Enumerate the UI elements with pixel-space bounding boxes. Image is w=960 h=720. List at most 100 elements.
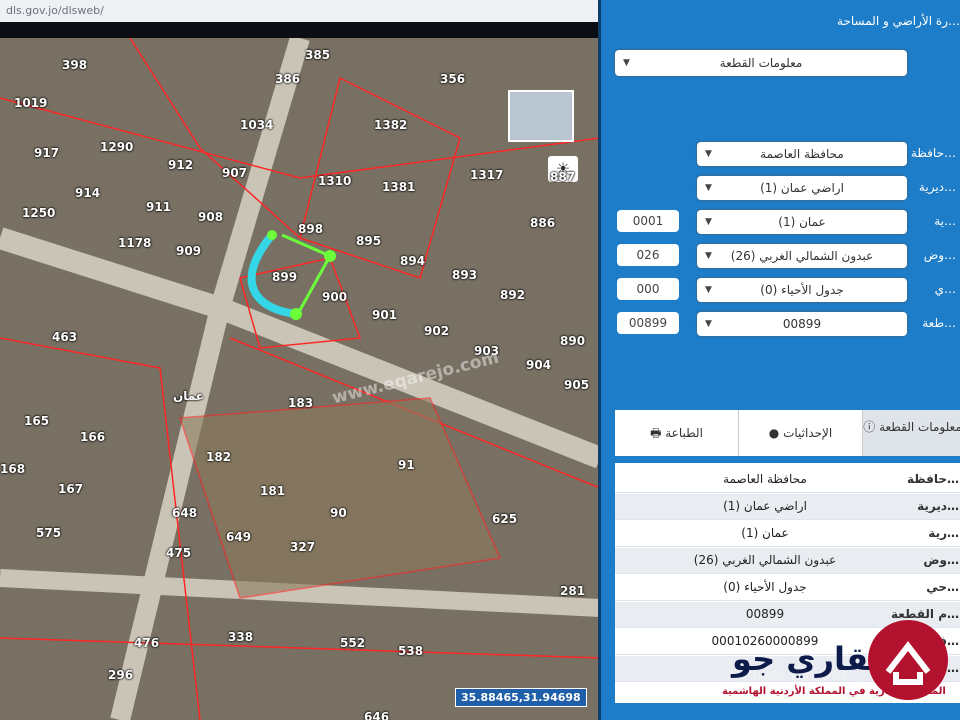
row-value: اراضي عمان (1) xyxy=(723,499,807,513)
parcel-label[interactable]: 898 xyxy=(298,222,323,236)
table-row: عبدون الشمالي الغربي (26) …وض xyxy=(615,548,960,574)
info-type-select[interactable]: ▼ معلومات القطعة xyxy=(615,50,907,76)
row-value: 00899 xyxy=(745,607,785,621)
parcel-label[interactable]: 648 xyxy=(172,506,197,520)
minimap[interactable] xyxy=(508,90,574,142)
printer-icon: 🖶 xyxy=(650,426,662,440)
parcel-label[interactable]: 902 xyxy=(424,324,449,338)
parcel-label[interactable]: 1310 xyxy=(318,174,351,188)
parcel-label[interactable]: 476 xyxy=(134,636,159,650)
table-row: اراضي عمان (1) …ديرية xyxy=(615,494,960,520)
parcel-label[interactable]: 901 xyxy=(372,308,397,322)
row-key: …حافظة xyxy=(907,472,959,486)
info-icon: ⓘ xyxy=(863,420,876,434)
parcel-label[interactable]: 1381 xyxy=(382,180,415,194)
parcel-label[interactable]: 1317 xyxy=(470,168,503,182)
satellite-map[interactable]: ☀ عمان 398 385 386 356 1019 1034 1382 917 1290 91… xyxy=(0,38,600,720)
parcel-label[interactable]: 895 xyxy=(356,234,381,248)
field-select[interactable]: ▼ عمان (1) xyxy=(697,210,907,234)
table-row: عمان (1) …رية xyxy=(615,521,960,547)
parcel-label[interactable]: 1382 xyxy=(374,118,407,132)
parcel-label[interactable]: 1290 xyxy=(100,140,133,154)
field-select[interactable]: ▼ اراضي عمان (1) xyxy=(697,176,907,200)
field-label: …حافظة xyxy=(910,146,956,160)
parcel-label[interactable]: 398 xyxy=(62,58,87,72)
parcel-label[interactable]: 911 xyxy=(146,200,171,214)
field-label: …طعة xyxy=(922,316,956,330)
coordinate-readout: 35.88465,31.94698 xyxy=(455,688,587,707)
parcel-label[interactable]: 893 xyxy=(452,268,477,282)
chevron-down-icon: ▼ xyxy=(623,58,630,68)
parcel-label[interactable]: 475 xyxy=(166,546,191,560)
parcel-label[interactable]: 909 xyxy=(176,244,201,258)
parcel-label[interactable]: 327 xyxy=(290,540,315,554)
parcel-label[interactable]: 892 xyxy=(500,288,525,302)
parcel-label[interactable]: 166 xyxy=(80,430,105,444)
parcel-label[interactable]: 385 xyxy=(305,48,330,62)
parcel-label[interactable]: 907 xyxy=(222,166,247,180)
parcel-label[interactable]: 908 xyxy=(198,210,223,224)
parcel-label[interactable]: 356 xyxy=(440,72,465,86)
field-select[interactable]: ▼ محافظة العاصمة xyxy=(697,142,907,166)
chevron-down-icon: ▼ xyxy=(705,319,712,329)
parcel-info-panel: …رة الأراضي و المساحة ▼ معلومات القطعة ▼… xyxy=(598,0,960,720)
field-select[interactable]: ▼ 00899 xyxy=(697,312,907,336)
parcel-label[interactable]: 182 xyxy=(206,450,231,464)
parcel-label[interactable]: 914 xyxy=(75,186,100,200)
parcel-label[interactable]: 183 xyxy=(288,396,313,410)
field-select[interactable]: ▼ جدول الأحياء (0) xyxy=(697,278,907,302)
parcel-label[interactable]: 1034 xyxy=(240,118,273,132)
parcel-label[interactable]: 386 xyxy=(275,72,300,86)
parcel-label[interactable]: 552 xyxy=(340,636,365,650)
field-label: …ية xyxy=(934,214,956,228)
table-row: محافظة العاصمة …حافظة xyxy=(615,467,960,493)
chevron-down-icon: ▼ xyxy=(705,217,712,227)
field-code[interactable]: 0001 xyxy=(617,210,679,232)
panel-title: …رة الأراضي و المساحة xyxy=(837,14,960,28)
parcel-label[interactable]: 538 xyxy=(398,644,423,658)
parcel-label[interactable]: 904 xyxy=(526,358,551,372)
row-key: …رية xyxy=(928,526,959,540)
parcel-label[interactable]: 91 xyxy=(398,458,415,472)
tab-coordinates[interactable]: ● الإحداثيات xyxy=(739,410,863,456)
table-row: جدول الأحياء (0) …حي xyxy=(615,575,960,601)
parcel-label[interactable]: 181 xyxy=(260,484,285,498)
row-value: عبدون الشمالي الغربي (26) xyxy=(693,553,837,567)
tab-print[interactable]: 🖶 الطباعة xyxy=(615,410,739,456)
field-code[interactable]: 000 xyxy=(617,278,679,300)
parcel-label[interactable]: 646 xyxy=(364,710,389,720)
parcel-label[interactable]: 917 xyxy=(34,146,59,160)
parcel-label[interactable]: 625 xyxy=(492,512,517,526)
parcel-label[interactable]: 281 xyxy=(560,584,585,598)
parcel-label[interactable]: 296 xyxy=(108,668,133,682)
row-key: …ديرية xyxy=(917,499,959,513)
parcel-label[interactable]: 894 xyxy=(400,254,425,268)
field-code[interactable]: 026 xyxy=(617,244,679,266)
row-value: جدول الأحياء (0) xyxy=(723,580,807,594)
parcel-label[interactable]: 168 xyxy=(0,462,25,476)
row-value: محافظة العاصمة xyxy=(723,472,807,486)
parcel-label[interactable]: 575 xyxy=(36,526,61,540)
field-label: …وض xyxy=(923,248,956,262)
parcel-label[interactable]: 905 xyxy=(564,378,589,392)
parcel-label[interactable]: 899 xyxy=(272,270,297,284)
parcel-label[interactable]: 90 xyxy=(330,506,347,520)
parcel-label[interactable]: 912 xyxy=(168,158,193,172)
parcel-label[interactable]: 1250 xyxy=(22,206,55,220)
parcel-label[interactable]: 887 xyxy=(550,170,575,184)
parcel-label[interactable]: 1019 xyxy=(14,96,47,110)
field-code[interactable]: 00899 xyxy=(617,312,679,334)
parcel-label[interactable]: 1178 xyxy=(118,236,151,250)
row-key: …وض xyxy=(923,553,959,567)
parcel-label[interactable]: 890 xyxy=(560,334,585,348)
parcel-label[interactable]: 900 xyxy=(322,290,347,304)
parcel-label[interactable]: 167 xyxy=(58,482,83,496)
field-select[interactable]: ▼ عبدون الشمالي الغربي (26) xyxy=(697,244,907,268)
parcel-label[interactable]: 338 xyxy=(228,630,253,644)
parcel-label[interactable]: 649 xyxy=(226,530,251,544)
chevron-down-icon: ▼ xyxy=(705,149,712,159)
tab-parcel-info[interactable]: ⓘ معلومات القطعة xyxy=(863,410,960,456)
parcel-label[interactable]: 463 xyxy=(52,330,77,344)
parcel-label[interactable]: 165 xyxy=(24,414,49,428)
parcel-label[interactable]: 886 xyxy=(530,216,555,230)
